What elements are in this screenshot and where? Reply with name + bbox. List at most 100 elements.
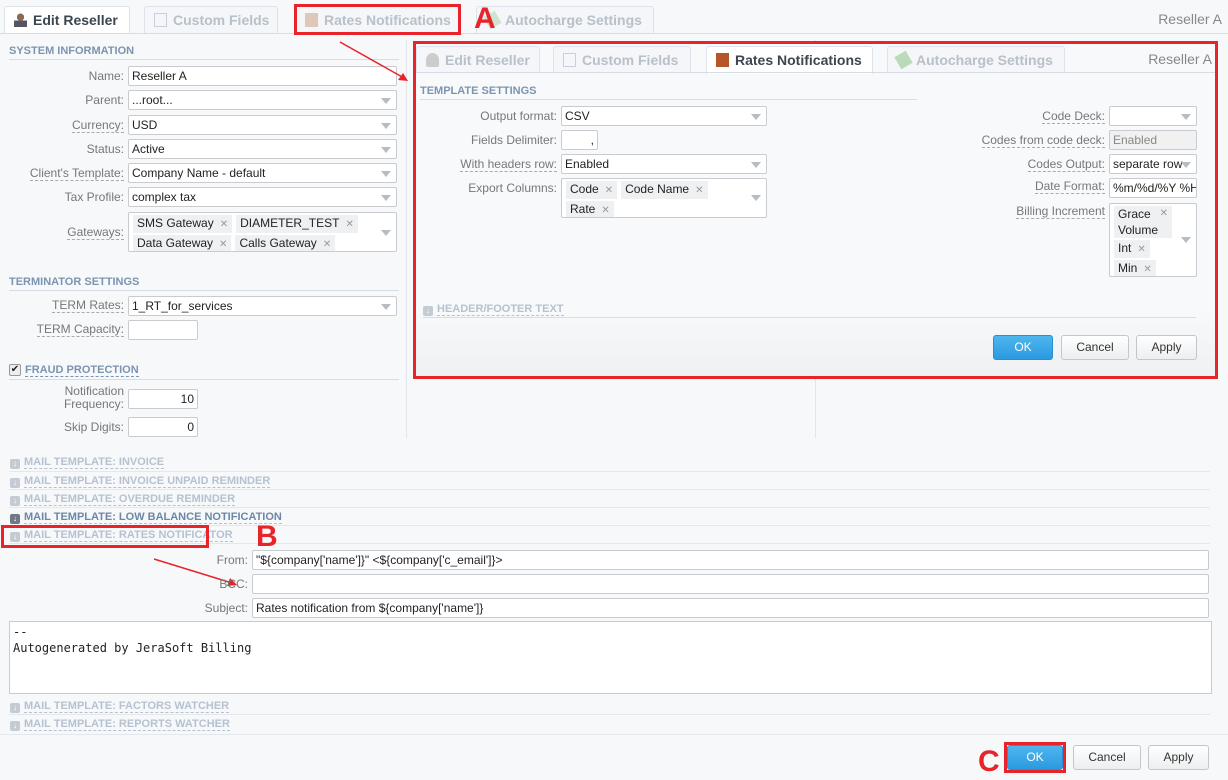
tab-autocharge-settings[interactable]: Autocharge Settings — [476, 6, 654, 33]
label-text: MAIL TEMPLATE: OVERDUE REMINDER — [24, 493, 236, 506]
list-icon — [154, 13, 167, 27]
user-icon — [14, 13, 27, 27]
highlight-box-a — [413, 41, 1218, 379]
divider — [9, 489, 1210, 490]
term-capacity-label: TERM Capacity: — [0, 322, 124, 337]
parent-select[interactable]: ...root... — [128, 90, 397, 110]
label-text: TERM Capacity: — [36, 322, 124, 337]
section-title-terminator-settings: TERMINATOR SETTINGS — [9, 276, 140, 288]
label-text: Currency: — [71, 118, 124, 133]
mail-template-invoice[interactable]: ↓ MAIL TEMPLATE: INVOICE — [10, 456, 165, 469]
term-rates-label: TERM Rates: — [0, 298, 124, 313]
bcc-input[interactable] — [252, 574, 1209, 594]
parent-label: Parent: — [85, 93, 124, 107]
notification-frequency-input[interactable]: 10 — [128, 389, 198, 409]
expand-icon: ↓ — [10, 721, 20, 731]
expand-icon: ↓ — [10, 496, 20, 506]
mail-template-overdue[interactable]: ↓ MAIL TEMPLATE: OVERDUE REMINDER — [10, 493, 236, 506]
term-capacity-input[interactable] — [128, 320, 198, 340]
highlight-box-b — [1, 525, 209, 548]
mail-body-textarea[interactable]: -- Autogenerated by JeraSoft Billing — [9, 621, 1212, 694]
status-select[interactable]: Active — [128, 139, 397, 159]
tab-label: Autocharge Settings — [505, 12, 642, 28]
remove-icon[interactable]: ✕ — [345, 219, 353, 230]
tab-label: Custom Fields — [173, 12, 270, 28]
label-text: Notification — [64, 384, 124, 398]
section-title-fraud-protection: FRAUD PROTECTION — [25, 364, 139, 377]
gateways-label: Gateways: — [0, 225, 124, 240]
tax-profile-value: complex tax — [132, 190, 197, 204]
skip-digits-input[interactable]: 0 — [128, 417, 198, 437]
currency-select[interactable]: USD — [128, 115, 397, 135]
highlight-box-tab — [294, 4, 461, 35]
tax-profile-select[interactable]: complex tax — [128, 187, 397, 207]
divider — [9, 471, 1210, 472]
label-text: MAIL TEMPLATE: FACTORS WATCHER — [24, 700, 230, 713]
expand-icon: ↓ — [10, 459, 20, 469]
currency-value: USD — [132, 118, 158, 132]
label-text: TERM Rates: — [51, 298, 124, 313]
chevron-down-icon — [381, 98, 391, 104]
tag-text: SMS Gateway — [137, 216, 214, 230]
mail-template-reports-watcher[interactable]: ↓ MAIL TEMPLATE: REPORTS WATCHER — [10, 718, 230, 731]
chevron-down-icon — [381, 147, 391, 153]
tag-text: Calls Gateway — [239, 236, 317, 250]
tab-custom-fields[interactable]: Custom Fields — [144, 6, 278, 33]
chevron-down-icon — [381, 195, 391, 201]
tab-label: Edit Reseller — [33, 12, 118, 28]
highlight-box-c — [1004, 742, 1066, 773]
status-label: Status: — [86, 142, 124, 156]
remove-icon[interactable]: ✕ — [220, 219, 228, 230]
label-text: MAIL TEMPLATE: LOW BALANCE NOTIFICATION — [24, 511, 282, 524]
entity-name: Reseller A — [1158, 11, 1222, 27]
term-rates-select[interactable]: 1_RT_for_services — [128, 296, 397, 316]
remove-icon[interactable]: ✕ — [323, 239, 331, 250]
mail-template-factors-watcher[interactable]: ↓ MAIL TEMPLATE: FACTORS WATCHER — [10, 700, 230, 713]
name-label: Name: — [88, 69, 124, 83]
apply-button[interactable]: Apply — [1148, 745, 1209, 770]
annotation-a: A — [474, 2, 496, 35]
gateway-tag: SMS Gateway ✕ — [133, 215, 233, 233]
tab-divider — [0, 33, 1228, 34]
gateway-tag: Data Gateway ✕ — [133, 235, 232, 251]
fraud-protection-checkbox[interactable]: ✔ — [9, 364, 21, 376]
body-line: Autogenerated by JeraSoft Billing — [13, 641, 252, 655]
chevron-down-icon — [381, 171, 391, 177]
divider — [0, 734, 1228, 735]
mail-template-low-balance[interactable]: ↓ MAIL TEMPLATE: LOW BALANCE NOTIFICATION — [10, 511, 282, 524]
tax-profile-label: Tax Profile: — [64, 190, 124, 204]
bcc-label: BCC: — [219, 577, 248, 591]
from-input[interactable]: "${company['name']}" <${company['c_email… — [252, 550, 1209, 570]
parent-value: ...root... — [132, 93, 173, 107]
divider — [9, 507, 1210, 508]
gateway-tag: Calls Gateway ✕ — [235, 235, 336, 251]
section-divider — [9, 379, 399, 380]
subject-label: Subject: — [204, 601, 248, 615]
remove-icon[interactable]: ✕ — [219, 239, 227, 250]
notification-frequency-label: Notification Frequency: — [0, 385, 124, 411]
annotation-b: B — [256, 520, 278, 553]
body-line: -- — [13, 625, 28, 639]
label-text: Frequency: — [63, 397, 124, 411]
client-template-select[interactable]: Company Name - default — [128, 163, 397, 183]
client-template-label: Client's Template: — [0, 166, 124, 181]
tag-text: Data Gateway — [137, 236, 214, 250]
gateways-multiselect[interactable]: SMS Gateway ✕ DIAMETER_TEST ✕Data Gateway ✕ C… — [128, 212, 397, 252]
subject-input[interactable]: Rates notification from ${company['name'… — [252, 598, 1209, 618]
arrow-a-icon — [339, 41, 408, 81]
column-divider — [406, 40, 407, 438]
skip-digits-label: Skip Digits: — [63, 420, 124, 434]
label-text: FRAUD PROTECTION — [25, 364, 139, 377]
cancel-button[interactable]: Cancel — [1073, 745, 1141, 770]
status-value: Active — [132, 142, 165, 156]
gateway-tag: DIAMETER_TEST ✕ — [236, 215, 358, 233]
tab-edit-reseller[interactable]: Edit Reseller — [4, 6, 130, 34]
label-text: MAIL TEMPLATE: REPORTS WATCHER — [24, 718, 230, 731]
label-text: Client's Template: — [29, 166, 124, 181]
divider — [9, 714, 1210, 715]
label-text: MAIL TEMPLATE: INVOICE UNPAID REMINDER — [24, 475, 271, 488]
currency-label: Currency: — [0, 118, 124, 133]
expand-icon: ↓ — [10, 478, 20, 488]
chevron-down-icon — [381, 230, 391, 236]
mail-template-invoice-unpaid[interactable]: ↓ MAIL TEMPLATE: INVOICE UNPAID REMINDER — [10, 475, 271, 488]
